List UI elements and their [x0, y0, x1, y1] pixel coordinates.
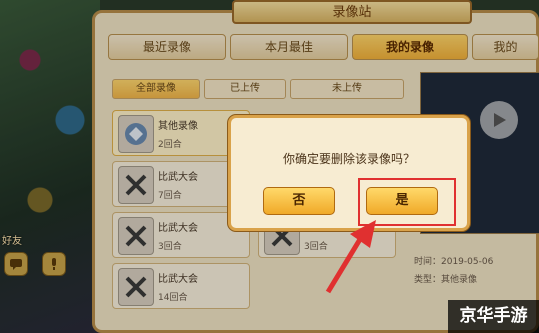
pointer-arrow-icon — [325, 220, 376, 294]
watermark: 京华手游 — [448, 300, 539, 333]
cancel-button[interactable]: 否 — [263, 187, 335, 215]
dialog-message: 你确定要删除该录像吗？ — [282, 152, 415, 166]
